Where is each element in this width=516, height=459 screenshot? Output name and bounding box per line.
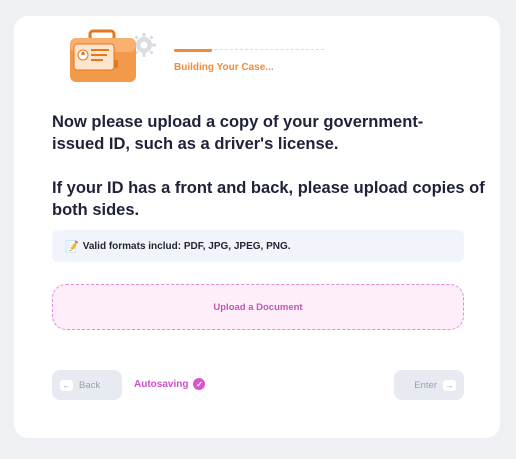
briefcase-logo-icon [66, 26, 172, 90]
autosave-label: Autosaving [134, 378, 189, 390]
upload-document-label: Upload a Document [213, 301, 303, 313]
enter-label: Enter [414, 379, 437, 391]
progress-bar [174, 49, 324, 54]
front-back-instruction-heading: If your ID has a front and back, please … [52, 179, 485, 219]
arrow-left-icon: ← [60, 379, 73, 391]
upload-id-card: Building Your Case... Now please upload … [14, 16, 500, 438]
back-label: Back [79, 379, 101, 391]
arrow-right-icon: → [443, 379, 456, 391]
check-circle-icon: ✓ [193, 378, 206, 390]
memo-pencil-icon: 📝 [65, 240, 79, 253]
upload-document-dropzone[interactable]: Upload a Document [52, 284, 464, 330]
back-button[interactable]: ← Back [52, 370, 122, 400]
autosave-status: Autosaving ✓ [134, 378, 206, 390]
valid-formats-notice: 📝 Valid formats includ: PDF, JPG, JPEG, … [52, 230, 464, 262]
upload-instruction-heading: Now please upload a copy of your governm… [52, 113, 424, 153]
progress-bar-fill [174, 49, 212, 52]
valid-formats-text: Valid formats includ: PDF, JPG, JPEG, PN… [82, 240, 291, 252]
enter-button[interactable]: Enter → [394, 370, 464, 400]
progress-label: Building Your Case... [174, 62, 274, 73]
